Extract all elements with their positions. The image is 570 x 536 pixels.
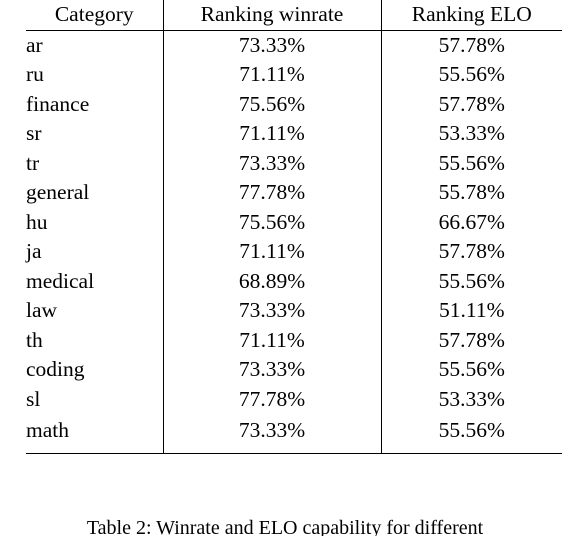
cell-category: finance [26, 91, 90, 116]
page-root: Category Ranking winrate Ranking ELO ar 7… [0, 0, 570, 536]
cell-ranking-winrate: 71.11% [162, 325, 381, 355]
cell-category: coding [26, 357, 85, 381]
cell-ranking-elo: 57.78% [380, 325, 562, 355]
cell-ranking-elo: 55.56% [380, 60, 562, 90]
table-header-row: Category Ranking winrate Ranking ELO [26, 0, 562, 31]
column-header-ranking-winrate: Ranking winrate [162, 0, 381, 31]
figure-caption: Table 2: Winrate and ELO capability for … [86, 517, 484, 536]
cell-ranking-elo: 55.56% [380, 148, 562, 178]
cell-category: ru [26, 62, 44, 86]
cell-ranking-elo: 57.78% [380, 89, 562, 119]
cell-category: sl [26, 386, 41, 411]
cell-ranking-winrate: 71.11% [162, 237, 381, 267]
cell-category: general [26, 180, 90, 204]
cell-category: law [26, 298, 58, 322]
cell-category: medical [26, 268, 95, 293]
column-header-category: Category [26, 0, 163, 31]
cell-ranking-winrate: 77.78% [162, 178, 381, 208]
cell-ranking-elo: 55.56% [380, 266, 562, 296]
table-row: finance 75.56% 57.78% [26, 89, 562, 119]
cell-ranking-winrate: 73.33% [162, 296, 381, 326]
table-row: law 73.33% 51.11% [26, 296, 562, 326]
cell-category: ja [26, 239, 42, 263]
cell-category: sr [26, 121, 42, 145]
cell-ranking-winrate: 71.11% [162, 60, 381, 90]
cell-ranking-elo: 66.67% [380, 207, 562, 237]
cell-ranking-winrate: 75.56% [162, 207, 381, 237]
table-row: sr 71.11% 53.33% [26, 119, 562, 149]
cell-ranking-elo: 55.56% [380, 355, 562, 385]
cell-ranking-elo: 51.11% [380, 296, 562, 326]
cell-ranking-elo: 57.78% [380, 237, 562, 267]
table-row: sl 77.78% 53.33% [26, 384, 562, 414]
table-row: coding 73.33% 55.56% [26, 355, 562, 385]
cell-ranking-winrate: 68.89% [162, 266, 381, 296]
cell-ranking-winrate: 77.78% [162, 384, 381, 414]
results-table: Category Ranking winrate Ranking ELO ar 7… [26, 0, 562, 454]
table-row: hu 75.56% 66.67% [26, 207, 562, 237]
results-table-container: Category Ranking winrate Ranking ELO ar 7… [26, 0, 562, 504]
cell-ranking-elo: 53.33% [380, 384, 562, 414]
cell-ranking-winrate: 75.56% [162, 89, 381, 119]
table-row: math 73.33% 55.56% [26, 414, 562, 454]
table-row: th 71.11% 57.78% [26, 325, 562, 355]
column-header-ranking-elo: Ranking ELO [380, 0, 562, 31]
table-row: medical 68.89% 55.56% [26, 266, 562, 296]
table-body: ar 73.33% 57.78% ru 71.11% 55.56% finance 75.56… [26, 30, 562, 454]
cell-category: th [26, 327, 43, 352]
cell-category: hu [26, 209, 48, 234]
cell-ranking-elo: 57.78% [380, 30, 562, 60]
cell-category: math [26, 414, 163, 454]
cell-ranking-elo: 55.56% [380, 414, 562, 454]
table-row: general 77.78% 55.78% [26, 178, 562, 208]
table-row: tr 73.33% 55.56% [26, 148, 562, 178]
cell-ranking-winrate: 73.33% [162, 30, 381, 60]
table-row: ja 71.11% 57.78% [26, 237, 562, 267]
cell-category: ar [26, 32, 43, 57]
cell-ranking-winrate: 73.33% [162, 414, 381, 454]
cell-category: tr [26, 150, 40, 175]
cell-ranking-elo: 53.33% [380, 119, 562, 149]
cell-ranking-elo: 55.78% [380, 178, 562, 208]
cell-ranking-winrate: 71.11% [162, 119, 381, 149]
table-row: ru 71.11% 55.56% [26, 60, 562, 90]
table-row: ar 73.33% 57.78% [26, 30, 562, 60]
table-head: Category Ranking winrate Ranking ELO [26, 0, 562, 31]
cell-ranking-winrate: 73.33% [162, 148, 381, 178]
cell-ranking-winrate: 73.33% [162, 355, 381, 385]
